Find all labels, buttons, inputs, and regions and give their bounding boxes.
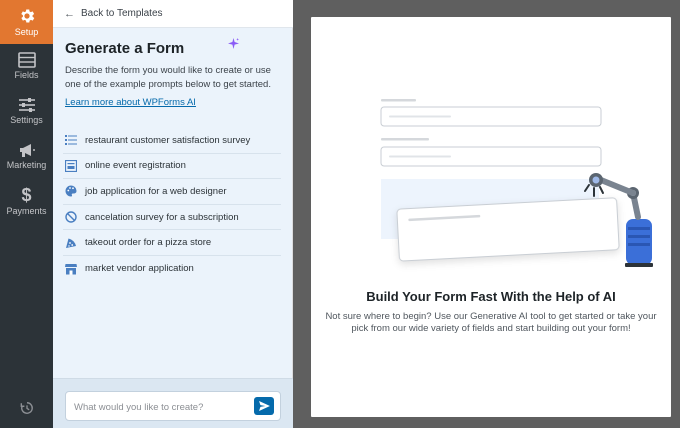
prompt-item[interactable]: market vendor application — [63, 256, 281, 282]
gear-icon — [20, 9, 34, 23]
prompt-label: online event registration — [85, 160, 186, 172]
example-prompts-list: restaurant customer satisfaction survey … — [63, 128, 281, 282]
sparkle-icon — [228, 38, 239, 49]
fields-icon — [17, 52, 36, 68]
revisions-button[interactable] — [0, 388, 53, 428]
nav-settings-label: Settings — [10, 115, 43, 125]
prompt-input[interactable] — [74, 399, 244, 415]
megaphone-icon — [19, 144, 35, 157]
panel-title: Generate a Form — [65, 40, 185, 57]
nav-payments[interactable]: $ Payments — [0, 179, 53, 223]
send-button[interactable] — [254, 397, 274, 415]
prompt-label: cancelation survey for a subscription — [85, 211, 239, 223]
survey-icon — [63, 134, 85, 146]
ai-form-illustration — [380, 99, 653, 267]
generate-form-panel: ← Back to Templates Generate a Form Desc… — [53, 0, 293, 428]
arrow-left-icon: ← — [64, 7, 75, 20]
prompt-label: takeout order for a pizza store — [85, 237, 212, 249]
nav-payments-label: Payments — [6, 206, 47, 216]
panel-description: Describe the form you would like to crea… — [65, 65, 271, 90]
nav-fields-label: Fields — [14, 70, 39, 80]
prompt-item[interactable]: cancelation survey for a subscription — [63, 205, 281, 231]
prompt-label: market vendor application — [85, 263, 194, 275]
back-label: Back to Templates — [81, 8, 163, 19]
nav-setup-label: Setup — [14, 27, 39, 37]
learn-more-link[interactable]: Learn more about WPForms AI — [65, 97, 196, 108]
pizza-icon — [63, 237, 85, 249]
prompt-label: restaurant customer satisfaction survey — [85, 134, 251, 146]
prompt-item[interactable]: online event registration — [63, 154, 281, 180]
prompt-item[interactable]: takeout order for a pizza store — [63, 230, 281, 256]
builder-nav-rail: Setup Fields Settings Marketing $ Paymen… — [0, 0, 53, 428]
nav-setup[interactable]: Setup — [0, 0, 53, 44]
palette-icon — [63, 185, 85, 197]
back-to-templates-link[interactable]: ← Back to Templates — [53, 0, 293, 28]
prompt-label: job application for a web designer — [85, 185, 227, 197]
history-icon — [20, 402, 33, 414]
ai-intro-card: Build Your Form Fast With the Help of AI… — [311, 17, 671, 417]
form-preview-canvas: Build Your Form Fast With the Help of AI… — [293, 0, 680, 428]
nav-settings[interactable]: Settings — [0, 89, 53, 133]
dollar-icon: $ — [21, 185, 32, 205]
prompt-composer — [53, 378, 293, 428]
nav-marketing-label: Marketing — [6, 160, 47, 170]
nav-fields[interactable]: Fields — [0, 44, 53, 88]
registration-icon — [63, 159, 85, 172]
canvas-title: Build Your Form Fast With the Help of AI — [366, 289, 616, 304]
cancel-icon — [63, 211, 85, 223]
store-icon — [63, 263, 85, 275]
sliders-icon — [18, 98, 35, 112]
send-icon — [258, 401, 270, 411]
prompt-item[interactable]: job application for a web designer — [63, 179, 281, 205]
canvas-subtitle: Not sure where to begin? Use our Generat… — [325, 311, 657, 334]
prompt-item[interactable]: restaurant customer satisfaction survey — [63, 128, 281, 154]
nav-marketing[interactable]: Marketing — [0, 134, 53, 178]
prompt-input-box — [65, 391, 281, 421]
